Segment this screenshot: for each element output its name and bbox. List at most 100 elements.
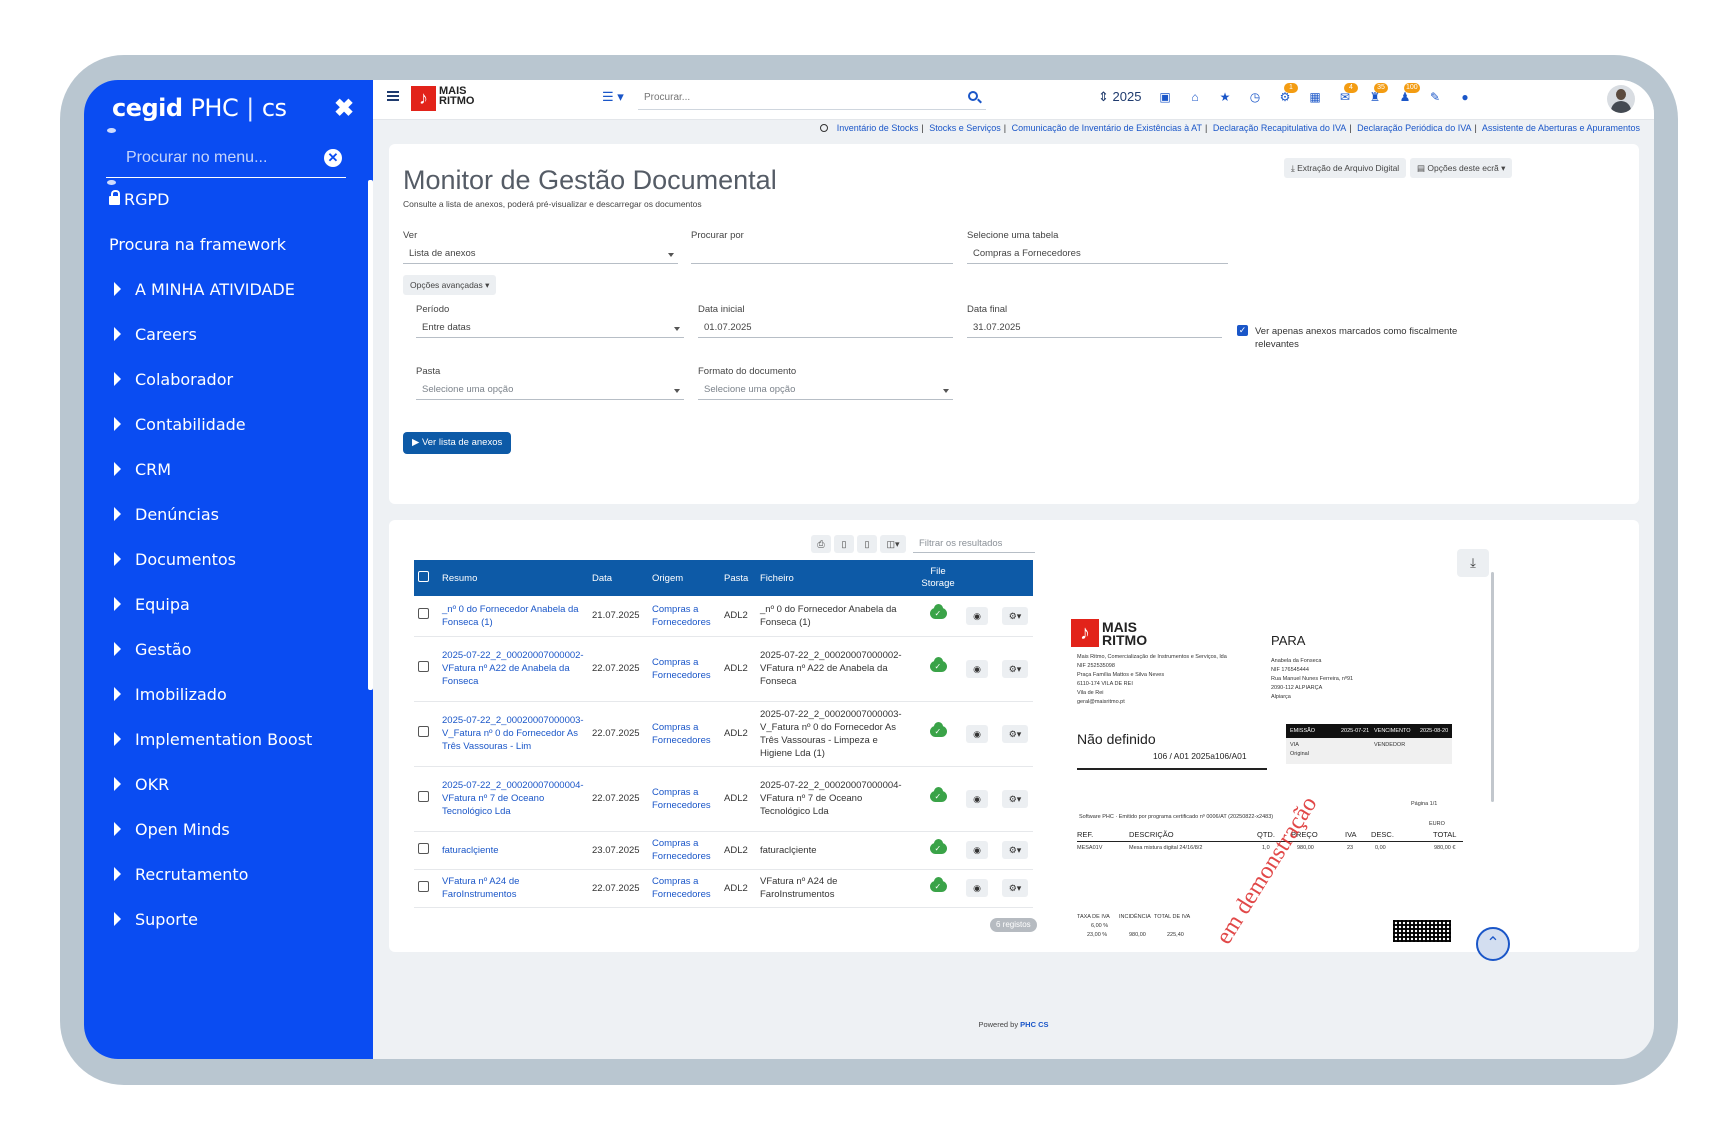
eye-icon[interactable]: ◉ xyxy=(966,724,988,743)
quick-link[interactable]: Declaração Periódica do IVA xyxy=(1357,123,1471,133)
column-header[interactable]: Ficheiro xyxy=(756,560,914,596)
checkbox[interactable] xyxy=(418,726,429,737)
sidebar-item-equipa[interactable]: Equipa xyxy=(84,582,369,626)
global-search-input[interactable] xyxy=(638,86,958,108)
row-checkbox-cell[interactable] xyxy=(414,831,438,870)
sidebar-item-denuncias[interactable]: Denúncias xyxy=(84,492,369,536)
filter-results-input[interactable]: Filtrar os resultados xyxy=(913,535,1035,553)
pasta-select[interactable]: Selecione uma opção xyxy=(416,380,684,400)
extract-archive-button[interactable]: ⤓ Extração de Arquivo Digital xyxy=(1284,158,1407,178)
checkbox[interactable] xyxy=(418,661,429,672)
sidebar-item-imobilizado[interactable]: Imobilizado xyxy=(84,672,369,716)
eye-icon[interactable]: ◉ xyxy=(966,789,988,808)
resumo-cell[interactable]: 2025-07-22_2_00020007000004-VFatura nº 7… xyxy=(438,766,588,832)
messages-icon[interactable]: ▣ xyxy=(1158,90,1172,104)
sidebar-item-documentos[interactable]: Documentos xyxy=(84,537,369,581)
checkbox[interactable] xyxy=(418,571,429,582)
select-all-checkbox[interactable] xyxy=(414,560,438,596)
row-checkbox-cell[interactable] xyxy=(414,701,438,767)
download-icon[interactable]: ⤓ xyxy=(1457,549,1489,577)
gear-menu-icon[interactable]: ⚙▾ xyxy=(1002,606,1028,625)
tasks-icon[interactable]: ⚙ 1 xyxy=(1278,83,1298,104)
sidebar-item-recrutamento[interactable]: Recrutamento xyxy=(84,852,369,896)
preview-scrollbar[interactable] xyxy=(1491,572,1494,802)
alerts-icon[interactable]: ♟ 100 xyxy=(1398,83,1420,104)
clear-search-icon[interactable]: ✕ xyxy=(324,149,342,167)
origem-cell[interactable]: Compras a Fornecedores xyxy=(648,636,720,702)
data-inicial-input[interactable]: 01.07.2025 xyxy=(698,318,953,338)
sidebar-item-suporte[interactable]: Suporte xyxy=(84,897,369,941)
wrench-icon[interactable]: ✎ xyxy=(1428,90,1442,104)
eye-icon[interactable]: ◉ xyxy=(966,879,988,897)
checkbox[interactable] xyxy=(418,842,429,854)
resumo-cell[interactable]: _nº 0 do Fornecedor Anabela da Fonseca (… xyxy=(438,596,588,637)
periodo-select[interactable]: Entre datas xyxy=(416,318,684,338)
quick-link[interactable]: Assistente de Aberturas e Apuramentos xyxy=(1482,123,1640,133)
origem-cell[interactable]: Compras a Fornecedores xyxy=(648,869,720,908)
print-icon[interactable]: ⎙ xyxy=(811,535,831,553)
sidebar-item-minha-atividade[interactable]: A MINHA ATIVIDADE xyxy=(84,267,369,311)
resumo-cell[interactable]: VFatura nº A24 de FaroInstrumentos xyxy=(438,869,588,908)
eye-icon[interactable]: ◉ xyxy=(966,841,988,859)
row-checkbox-cell[interactable] xyxy=(414,766,438,832)
data-final-input[interactable]: 31.07.2025 xyxy=(967,318,1222,338)
clock-icon[interactable]: ◷ xyxy=(1248,90,1262,104)
table-row[interactable]: 2025-07-22_2_00020007000003-V_Fatura nº … xyxy=(414,701,1033,767)
column-header[interactable]: Data xyxy=(588,560,648,596)
mail-icon[interactable]: ✉ 4 xyxy=(1338,83,1358,104)
checkbox[interactable] xyxy=(418,608,429,620)
avatar[interactable] xyxy=(1607,85,1635,113)
fiscal-relevance-checkbox[interactable]: ✓ xyxy=(1237,325,1248,336)
gear-menu-icon[interactable]: ⚙▾ xyxy=(1002,724,1028,743)
home-icon[interactable]: ⌂ xyxy=(1188,90,1202,104)
advanced-options-button[interactable]: Opções avançadas ▾ xyxy=(403,275,497,295)
checkbox[interactable] xyxy=(418,791,429,802)
gear-menu-icon[interactable]: ⚙▾ xyxy=(1002,841,1028,859)
sidebar-item-colaborador[interactable]: Colaborador xyxy=(84,357,369,401)
sidebar-item-open-minds[interactable]: Open Minds xyxy=(84,807,369,851)
column-header[interactable]: Origem xyxy=(648,560,720,596)
export-pdf-icon[interactable]: ▯ xyxy=(834,535,854,553)
calendar-icon[interactable]: ▦ xyxy=(1308,90,1322,104)
gear-menu-icon[interactable]: ⚙▾ xyxy=(1002,879,1028,897)
gear-menu-icon[interactable]: ⚙▾ xyxy=(1002,789,1028,808)
year-selector[interactable]: ⇕ 2025 xyxy=(1098,89,1141,105)
lightbulb-icon[interactable]: ● xyxy=(1458,90,1472,104)
row-checkbox-cell[interactable] xyxy=(414,636,438,702)
export-file-icon[interactable]: ▯ xyxy=(857,535,877,553)
quick-link[interactable]: Comunicação de Inventário de Existências… xyxy=(1012,123,1202,133)
quick-link[interactable]: Declaração Recapitulativa do IVA xyxy=(1213,123,1346,133)
table-row[interactable]: VFatura nº A24 de FaroInstrumentos 22.07… xyxy=(414,869,1033,908)
history-clock-icon[interactable] xyxy=(820,124,829,132)
tabela-select[interactable]: Compras a Fornecedores xyxy=(967,244,1228,264)
search-icon[interactable] xyxy=(968,91,978,101)
menu-search-input[interactable] xyxy=(106,140,306,176)
star-icon[interactable]: ★ xyxy=(1218,90,1232,104)
row-checkbox-cell[interactable] xyxy=(414,869,438,908)
sidebar-item-careers[interactable]: Careers xyxy=(84,312,369,356)
ver-select[interactable]: Lista de anexos xyxy=(403,244,678,264)
screen-options-button[interactable]: ▤ Opções deste ecrã ▾ xyxy=(1410,158,1513,178)
list-view-dropdown-icon[interactable]: ☰ ▾ xyxy=(602,89,624,105)
bell-icon[interactable]: ♜ 35 xyxy=(1368,83,1388,104)
quick-link[interactable]: Stocks e Serviços xyxy=(929,123,1001,133)
hamburger-menu-icon[interactable] xyxy=(387,91,399,101)
table-row[interactable]: _nº 0 do Fornecedor Anabela da Fonseca (… xyxy=(414,596,1033,637)
eye-icon[interactable]: ◉ xyxy=(966,606,988,625)
resumo-cell[interactable]: 2025-07-22_2_00020007000002-VFatura nº A… xyxy=(438,636,588,702)
resumo-cell[interactable]: faturaclçiente xyxy=(438,831,588,870)
column-header[interactable]: Resumo xyxy=(438,560,588,596)
scroll-to-top-icon[interactable]: ⌃ xyxy=(1476,927,1510,961)
sidebar-item-contabilidade[interactable]: Contabilidade xyxy=(84,402,369,446)
columns-toggle-icon[interactable]: ◫▾ xyxy=(880,535,906,553)
origem-cell[interactable]: Compras a Fornecedores xyxy=(648,596,720,637)
sidebar-item-implementation-boost[interactable]: Implementation Boost xyxy=(84,717,369,761)
origem-cell[interactable]: Compras a Fornecedores xyxy=(648,766,720,832)
gear-menu-icon[interactable]: ⚙▾ xyxy=(1002,659,1028,678)
checkbox[interactable] xyxy=(418,880,429,892)
table-row[interactable]: 2025-07-22_2_00020007000002-VFatura nº A… xyxy=(414,636,1033,702)
quick-link[interactable]: Inventário de Stocks xyxy=(837,123,919,133)
table-row[interactable]: faturaclçiente 23.07.2025 Compras a Forn… xyxy=(414,831,1033,870)
sidebar-item-procura-framework[interactable]: Procura na framework xyxy=(84,222,369,266)
column-header[interactable]: Pasta xyxy=(720,560,756,596)
